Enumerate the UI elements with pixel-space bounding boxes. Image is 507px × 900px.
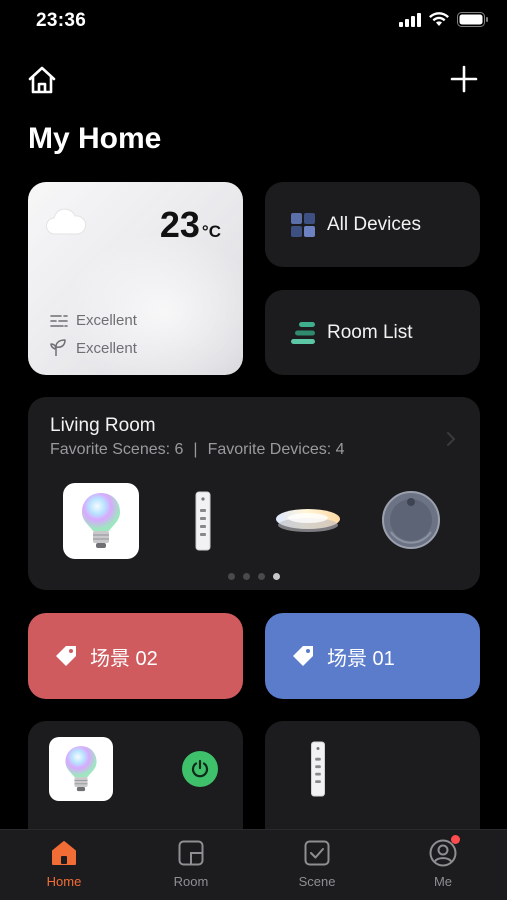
remote-icon bbox=[311, 741, 325, 797]
room-icon bbox=[178, 840, 204, 866]
plus-icon bbox=[450, 65, 478, 93]
scene-01-button[interactable]: 场景 01 bbox=[265, 613, 480, 699]
tab-room[interactable]: Room bbox=[151, 838, 231, 889]
room-list-icon bbox=[291, 321, 315, 344]
room-list-button[interactable]: Room List bbox=[265, 290, 480, 375]
ceiling-light-device[interactable] bbox=[273, 501, 343, 541]
add-button[interactable] bbox=[449, 64, 479, 94]
humidity-label: Excellent bbox=[76, 339, 137, 357]
robot-vacuum-icon bbox=[382, 491, 440, 549]
scene-02-button[interactable]: 场景 02 bbox=[28, 613, 243, 699]
smart-bulb-device[interactable] bbox=[63, 483, 139, 559]
humidity-row: Excellent bbox=[50, 339, 137, 357]
tag-icon bbox=[293, 646, 313, 666]
chevron-right-icon[interactable] bbox=[446, 431, 456, 447]
room-list-label: Room List bbox=[327, 321, 413, 343]
favorite-scenes-count: Favorite Scenes: 6 bbox=[50, 441, 184, 458]
battery-icon bbox=[457, 12, 488, 27]
status-time: 23:36 bbox=[36, 10, 87, 31]
remote-control-device[interactable] bbox=[188, 491, 218, 551]
page-dot[interactable] bbox=[258, 573, 265, 580]
tab-scene[interactable]: Scene bbox=[277, 838, 357, 889]
favorite-devices-count: Favorite Devices: 4 bbox=[207, 441, 345, 458]
light-bulb-icon bbox=[65, 746, 97, 792]
signal-icon bbox=[399, 12, 421, 27]
favorite-devices-carousel[interactable] bbox=[28, 481, 480, 561]
tab-scene-label: Scene bbox=[298, 874, 336, 889]
temperature-unit: °C bbox=[201, 222, 221, 241]
home-switch-button[interactable] bbox=[26, 64, 58, 96]
cloud-icon bbox=[45, 208, 87, 241]
scene-icon bbox=[304, 840, 330, 866]
wifi-icon bbox=[429, 12, 449, 26]
tab-bar: Home Room Scene Me bbox=[0, 829, 507, 900]
home-outline-icon bbox=[28, 66, 56, 94]
status-bar: 23:36 bbox=[0, 0, 507, 44]
scene-02-label: 场景 02 bbox=[90, 647, 158, 670]
tab-room-label: Room bbox=[173, 874, 209, 889]
tag-icon bbox=[56, 646, 76, 666]
tab-me-label: Me bbox=[433, 874, 453, 889]
all-devices-button[interactable]: All Devices bbox=[265, 182, 480, 267]
weather-card[interactable]: 23 °C Excellent Excellent bbox=[28, 182, 243, 375]
robot-vacuum-device[interactable] bbox=[380, 489, 442, 551]
page-dot-active[interactable] bbox=[273, 573, 280, 580]
temperature: 23 °C bbox=[160, 204, 221, 246]
air-quality-icon bbox=[50, 314, 68, 327]
room-summary: Favorite Scenes: 6 | Favorite Devices: 4 bbox=[50, 441, 345, 459]
leaf-icon bbox=[50, 339, 66, 356]
ceiling-light-icon bbox=[276, 509, 340, 532]
status-icons bbox=[399, 12, 489, 27]
all-devices-label: All Devices bbox=[327, 213, 421, 235]
page-title: My Home bbox=[28, 122, 162, 155]
remote-icon bbox=[195, 491, 211, 551]
tab-home[interactable]: Home bbox=[24, 838, 104, 889]
bulb-thumbnail bbox=[49, 737, 113, 801]
scene-01-label: 场景 01 bbox=[327, 647, 395, 670]
carousel-pagination bbox=[28, 573, 480, 580]
page-dot[interactable] bbox=[243, 573, 250, 580]
power-icon bbox=[191, 759, 209, 778]
tab-me[interactable]: Me bbox=[403, 835, 483, 889]
air-quality-label: Excellent bbox=[76, 312, 137, 329]
room-title: Living Room bbox=[50, 415, 156, 436]
air-quality-row: Excellent bbox=[50, 312, 137, 329]
page-dot[interactable] bbox=[228, 573, 235, 580]
notification-badge bbox=[451, 835, 460, 844]
temperature-value: 23 bbox=[159, 204, 200, 245]
power-toggle-button[interactable] bbox=[182, 751, 218, 787]
light-bulb-icon bbox=[82, 493, 120, 548]
summary-separator: | bbox=[193, 441, 198, 458]
grid-icon bbox=[291, 212, 315, 237]
living-room-card[interactable]: Living Room Favorite Scenes: 6 | Favorit… bbox=[28, 397, 480, 590]
home-icon bbox=[52, 841, 76, 865]
remote-thumbnail bbox=[310, 741, 330, 797]
tab-home-label: Home bbox=[46, 874, 82, 889]
